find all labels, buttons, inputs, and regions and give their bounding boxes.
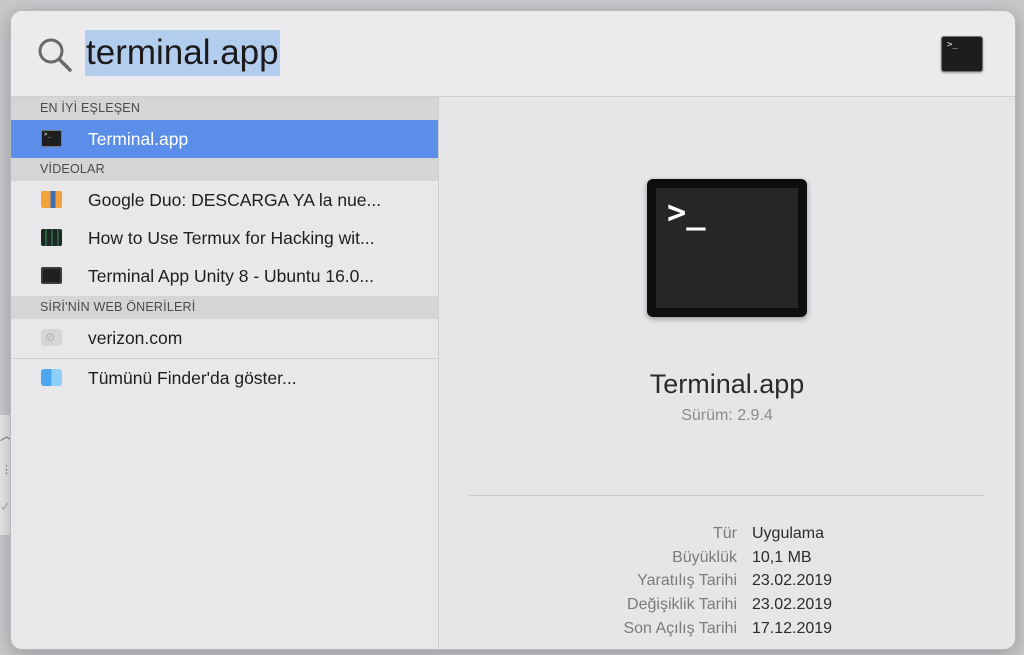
video-thumbnail-icon — [41, 229, 62, 246]
result-item-video[interactable]: Terminal App Unity 8 - Ubuntu 16.0... — [11, 257, 438, 295]
result-item-label: Tümünü Finder'da göster... — [88, 368, 297, 388]
search-icon — [38, 38, 72, 72]
info-key: Yaratılış Tarihi — [637, 572, 737, 589]
spotlight-window: terminal.app >_ EN İYİ EŞLEŞEN Terminal.… — [10, 10, 1016, 650]
search-input[interactable]: terminal.app — [85, 30, 280, 76]
preview-panel: >_ Terminal.app Sürüm: 2.9.4 Tür Uygulam… — [439, 97, 1015, 649]
section-header-siri-web: SİRİ'NİN WEB ÖNERİLERİ — [11, 296, 438, 319]
info-value: 10,1 MB — [752, 549, 812, 566]
video-thumbnail-icon — [41, 267, 62, 284]
section-header-videos: VİDEOLAR — [11, 158, 438, 181]
info-value: 23.02.2019 — [752, 572, 833, 589]
divider — [469, 495, 985, 496]
section-header-top-hit: EN İYİ EŞLEŞEN — [11, 97, 438, 120]
result-item-video[interactable]: Google Duo: DESCARGA YA la nue... — [11, 181, 438, 219]
result-item-label: Terminal App Unity 8 - Ubuntu 16.0... — [88, 266, 374, 286]
info-row-modified: Değişiklik Tarihi 23.02.2019 — [439, 596, 1015, 620]
search-bar: terminal.app >_ — [11, 11, 1015, 97]
preview-app-name: Terminal.app — [649, 369, 805, 399]
result-item-web-suggestion[interactable]: verizon.com — [11, 319, 438, 357]
info-key: Son Açılış Tarihi — [623, 620, 737, 637]
finder-icon — [41, 369, 62, 386]
result-item-label: Terminal.app — [88, 129, 189, 149]
info-row-last-opened: Son Açılış Tarihi 17.12.2019 — [439, 620, 1015, 644]
info-row-created: Yaratılış Tarihi 23.02.2019 — [439, 572, 1015, 596]
terminal-icon — [41, 130, 62, 147]
web-globe-icon — [41, 329, 62, 346]
results-list: EN İYİ EŞLEŞEN Terminal.app VİDEOLAR Goo… — [11, 97, 439, 649]
result-item-label: How to Use Termux for Hacking wit... — [88, 228, 375, 248]
info-row-size: Büyüklük 10,1 MB — [439, 549, 1015, 573]
video-thumbnail-icon — [41, 191, 62, 208]
terminal-app-icon: >_ — [647, 179, 807, 317]
show-all-in-finder[interactable]: Tümünü Finder'da göster... — [11, 359, 438, 397]
preview-app-version: Sürüm: 2.9.4 — [681, 407, 773, 424]
result-item-label: verizon.com — [88, 328, 183, 348]
terminal-icon: >_ — [941, 36, 983, 72]
info-value: 17.12.2019 — [752, 620, 833, 637]
info-value: Uygulama — [752, 525, 825, 542]
info-key: Tür — [713, 525, 737, 542]
info-row-type: Tür Uygulama — [439, 525, 1015, 549]
result-item-terminal-app[interactable]: Terminal.app — [11, 120, 438, 158]
info-key: Değişiklik Tarihi — [627, 596, 737, 613]
result-item-video[interactable]: How to Use Termux for Hacking wit... — [11, 219, 438, 257]
result-item-label: Google Duo: DESCARGA YA la nue... — [88, 190, 382, 210]
info-key: Büyüklük — [672, 549, 737, 566]
info-value: 23.02.2019 — [752, 596, 833, 613]
